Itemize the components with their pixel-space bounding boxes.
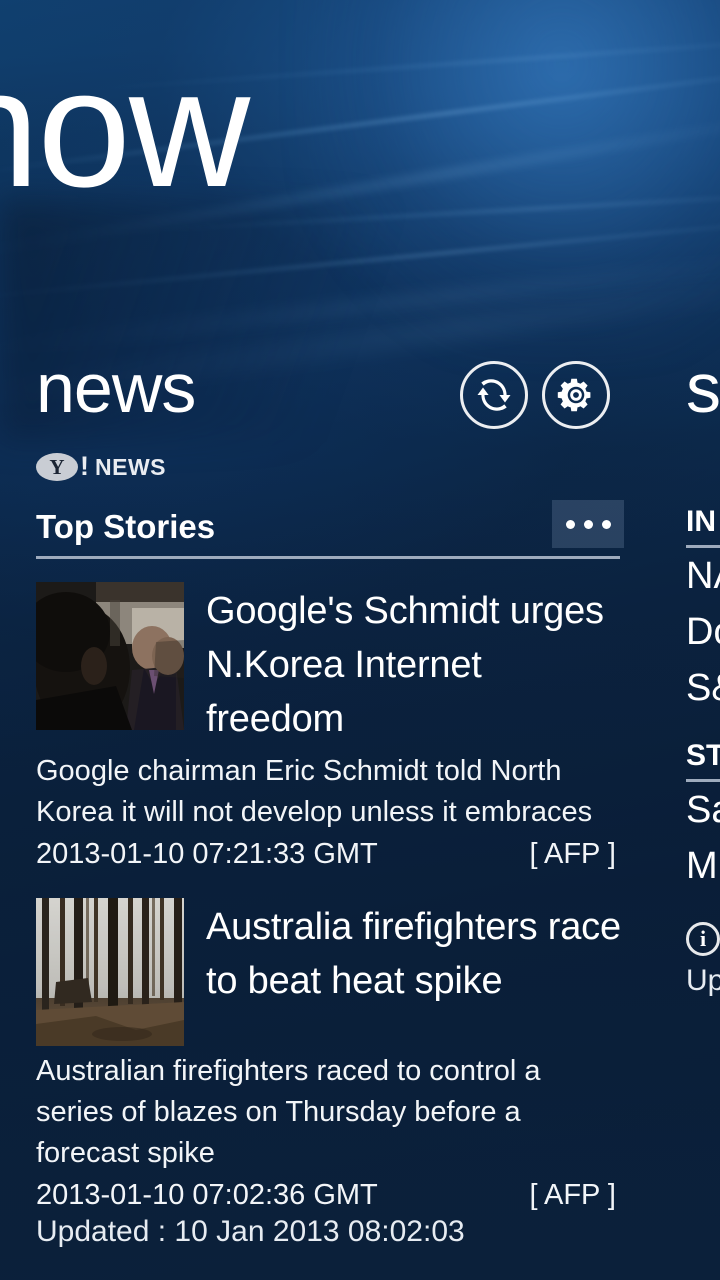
article-summary: Google chairman Eric Schmidt told North …: [36, 755, 593, 828]
indices-section-title: IN: [686, 505, 716, 538]
index-row-sp[interactable]: S&: [686, 660, 720, 716]
news-panel: news Y ! NEWS Top Stories Google's Schmi…: [0, 350, 660, 1216]
section-header: Top Stories: [36, 500, 624, 552]
article-timestamp: 2013-01-10 07:02:36 GMT: [36, 1179, 378, 1211]
refresh-button[interactable]: [460, 361, 528, 429]
info-icon: i: [686, 922, 720, 956]
refresh-icon: [475, 376, 513, 414]
article-top: Australia firefighters race to beat heat…: [36, 898, 624, 1046]
ellipsis-icon: [583, 519, 593, 529]
ellipsis-icon: [565, 519, 575, 529]
index-row-nasdaq[interactable]: NA: [686, 548, 720, 604]
stocks-section-title: ST: [686, 739, 720, 772]
article-thumbnail: [36, 898, 184, 1046]
stocks-panel-title: st: [686, 349, 720, 427]
ellipsis-icon: [601, 519, 611, 529]
list-item[interactable]: Google's Schmidt urges N.Korea Internet …: [36, 582, 624, 875]
article-title: Google's Schmidt urges N.Korea Internet …: [206, 590, 604, 740]
article-meta: 2013-01-10 07:02:36 GMT [ AFP ]: [36, 1174, 624, 1216]
updated-timestamp: Updated : 10 Jan 2013 08:02:03: [36, 1215, 465, 1248]
article-meta: 2013-01-10 07:21:33 GMT [ AFP ]: [36, 833, 624, 875]
article-top: Google's Schmidt urges N.Korea Internet …: [36, 582, 624, 746]
article-timestamp: 2013-01-10 07:21:33 GMT: [36, 838, 378, 870]
yahoo-news-logo: Y ! NEWS: [36, 452, 660, 482]
article-title: Australia firefighters race to beat heat…: [206, 906, 621, 1002]
yahoo-y-icon: Y: [36, 453, 78, 481]
settings-button[interactable]: [542, 361, 610, 429]
panel-header: news: [0, 350, 660, 436]
article-source: [ AFP ]: [529, 1179, 616, 1211]
article-summary: Australian firefighters raced to control…: [36, 1055, 541, 1169]
index-row-dow[interactable]: Do: [686, 604, 720, 660]
panorama-title: now: [0, 34, 250, 222]
stock-row-1[interactable]: Sa: [686, 782, 720, 838]
panel-actions: [460, 361, 610, 429]
info-button[interactable]: i: [686, 922, 720, 956]
stock-row-2[interactable]: M: [686, 838, 720, 894]
article-source: [ AFP ]: [529, 838, 616, 870]
article-thumbnail: [36, 582, 184, 730]
gear-icon: [557, 376, 595, 414]
section-divider: [36, 556, 620, 559]
more-button[interactable]: [552, 500, 624, 548]
stocks-updated-timestamp: Up: [686, 964, 720, 997]
phone-screen: now news: [0, 0, 720, 1280]
yahoo-brand-name: NEWS: [95, 453, 166, 480]
list-item[interactable]: Australia firefighters race to beat heat…: [36, 898, 624, 1216]
stocks-panel-preview[interactable]: st Y IN NA Do S& ST Sa M i Up: [686, 350, 720, 998]
section-title: Top Stories: [36, 508, 216, 545]
yahoo-exclamation: !: [80, 450, 89, 481]
